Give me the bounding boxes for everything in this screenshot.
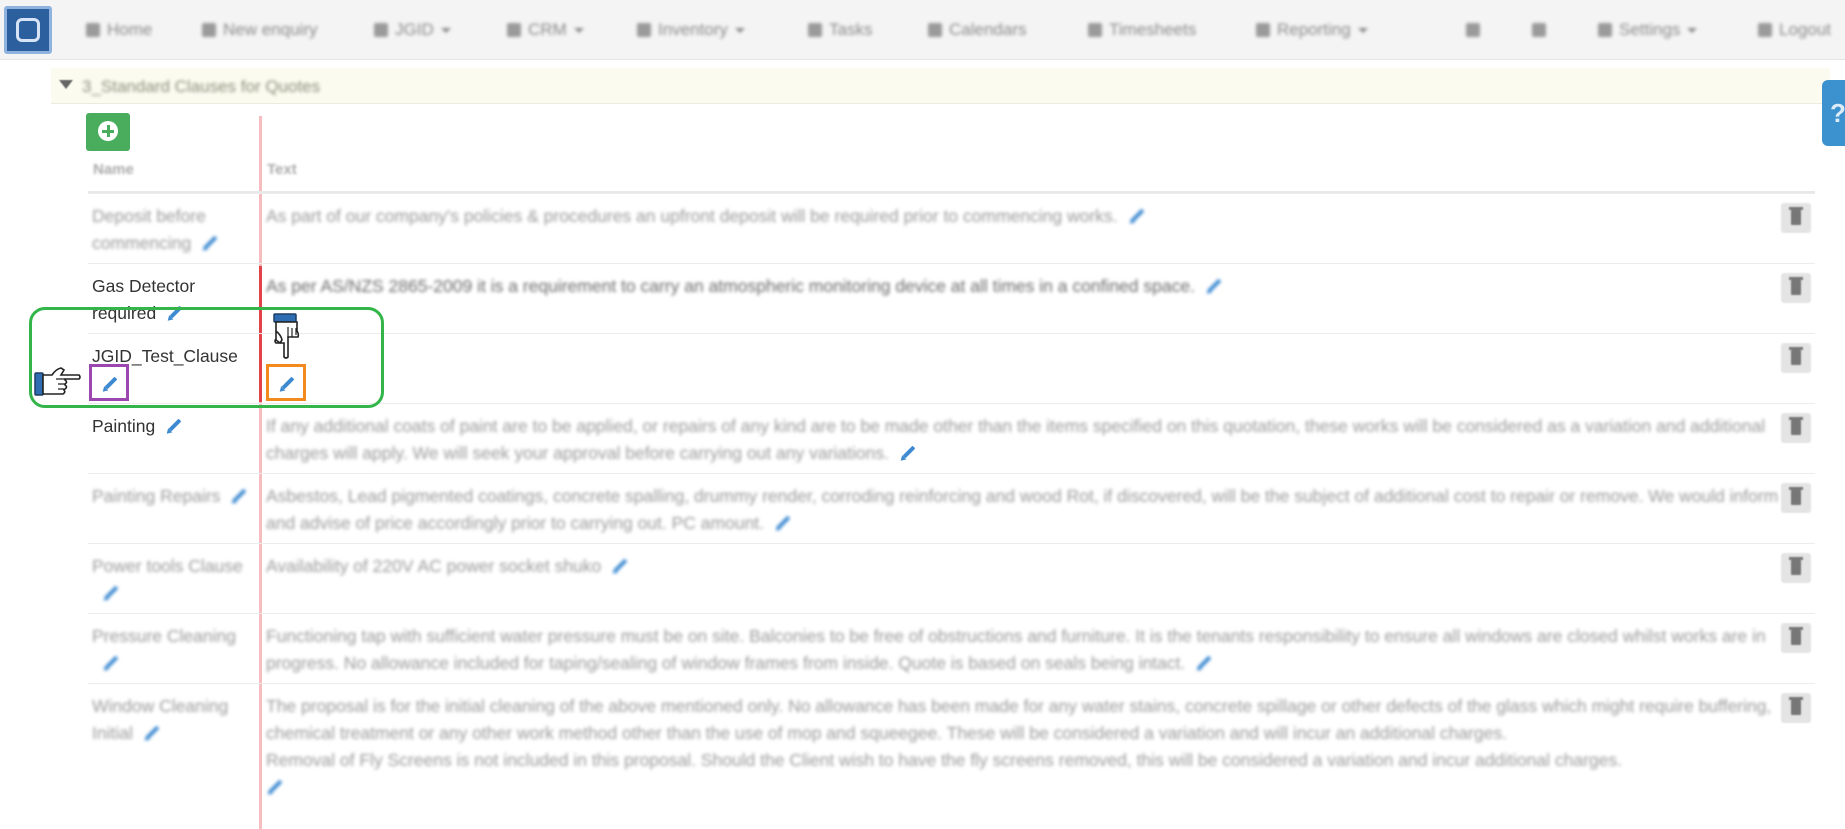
edit-name-icon[interactable] [143,723,161,741]
chevron-down-icon [573,27,584,33]
users-icon [507,23,521,37]
calendar-icon [928,23,942,37]
add-clause-button[interactable] [86,113,130,151]
sitemap-icon [637,23,651,37]
edit-text-icon[interactable] [774,513,792,531]
edit-text-icon[interactable] [266,777,284,795]
edit-name-icon[interactable] [165,416,183,434]
nav-tasks[interactable]: Tasks [808,17,872,43]
table-row: Deposit before commencing As part of our… [88,193,1815,263]
clause-name: Pressure Cleaning [92,623,254,677]
edit-name-icon[interactable] [230,486,248,504]
nav-logout[interactable]: Logout [1758,17,1831,43]
hand-pointer-right-icon [34,365,82,397]
table-row: Power tools Clause Availability of 220V … [88,543,1815,613]
caret-down-icon[interactable] [59,80,73,89]
logo-mark [16,18,40,42]
clause-name: Power tools Clause [92,553,254,607]
home-icon [86,23,100,37]
globe-icon [1532,23,1546,37]
table-row: Pressure Cleaning Functioning tap with s… [88,613,1815,683]
table-row: Window Cleaning Initial The proposal is … [88,683,1815,829]
delete-clause-button[interactable] [1781,693,1811,723]
section-header[interactable]: 3_Standard Clauses for Quotes [51,68,1830,104]
plus-icon [98,121,118,141]
nav-settings[interactable]: Settings [1598,17,1698,43]
clause-text: As per AS/NZS 2865-2009 it is a requirem… [266,273,1806,300]
delete-clause-button[interactable] [1781,273,1811,303]
nav-timesheets[interactable]: Timesheets [1088,17,1196,43]
table-row: Painting If any additional coats of pain… [88,403,1815,473]
delete-clause-button[interactable] [1781,623,1811,653]
chevron-down-icon [1357,27,1368,33]
nav-new-enquiry[interactable]: New enquiry [202,17,318,43]
row-separator [88,193,1815,194]
help-tab[interactable] [1822,80,1845,146]
clause-text: The proposal is for the initial cleaning… [266,693,1806,801]
nav-calendars[interactable]: Calendars [928,17,1027,43]
nav-crm[interactable]: CRM [507,17,584,43]
clause-text: Functioning tap with sufficient water pr… [266,626,1766,673]
nav-reporting[interactable]: Reporting [1256,17,1368,43]
nav-inventory[interactable]: Inventory [637,17,745,43]
name-edit-marker [89,364,129,401]
row-separator [88,473,1815,474]
edit-text-icon[interactable] [899,443,917,461]
clause-name: Painting [92,413,254,440]
delete-clause-button[interactable] [1781,413,1811,443]
table-icon [374,23,388,37]
clause-name: Window Cleaning Initial [92,696,229,743]
chevron-down-icon [734,27,745,33]
nav-search[interactable] [1466,17,1487,43]
clause-name: Painting Repairs [92,483,254,510]
edit-text-icon[interactable] [1195,653,1213,671]
delete-clause-button[interactable] [1781,343,1811,373]
clock-icon [1088,23,1102,37]
bar-chart-icon [1256,23,1270,37]
column-header-text: Text [267,161,297,178]
nav-language[interactable] [1532,17,1553,43]
clause-text: As part of our company's policies & proc… [266,203,1806,230]
chevron-down-icon [440,27,451,33]
clause-paragraph: Removal of Fly Screens is not included i… [266,750,1622,770]
edit-text-icon[interactable] [278,374,296,392]
edit-text-icon[interactable] [1128,206,1146,224]
logout-icon [1758,23,1772,37]
chevron-down-icon [1687,27,1698,33]
nav-home[interactable]: Home [86,17,152,43]
hand-pointer-down-icon [272,313,304,359]
app-logo[interactable] [4,6,52,54]
gear-icon [1598,23,1612,37]
edit-name-icon[interactable] [101,374,119,392]
phone-icon [202,23,216,37]
text-edit-marker [266,364,306,401]
row-separator [88,263,1815,264]
section-title: 3_Standard Clauses for Quotes [82,77,321,96]
edit-name-icon[interactable] [102,583,120,601]
edit-name-icon[interactable] [201,233,219,251]
row-separator [88,683,1815,684]
clause-text: If any additional coats of paint are to … [266,416,1766,463]
edit-name-icon[interactable] [102,653,120,671]
clause-text: Availability of 220V AC power socket shu… [266,553,1806,580]
search-icon [1466,23,1480,37]
highlight-annotation [29,307,384,408]
column-header-name: Name [93,161,134,178]
edit-text-icon[interactable] [1205,276,1223,294]
nav-jgid[interactable]: JGID [374,17,451,43]
delete-clause-button[interactable] [1781,483,1811,513]
row-separator [88,613,1815,614]
edit-text-wrap [266,774,1806,801]
edit-text-icon[interactable] [611,556,629,574]
clause-text: Asbestos, Lead pigmented coatings, concr… [266,486,1779,533]
clause-paragraph: The proposal is for the initial cleaning… [266,696,1772,743]
check-icon [808,23,822,37]
top-navbar: Home New enquiry JGID CRM Inventory Task… [0,0,1845,60]
table-row: Painting Repairs Asbestos, Lead pigmente… [88,473,1815,543]
delete-clause-button[interactable] [1781,203,1811,233]
delete-clause-button[interactable] [1781,553,1811,583]
row-separator [88,543,1815,544]
clause-name: Deposit before commencing [92,203,254,257]
